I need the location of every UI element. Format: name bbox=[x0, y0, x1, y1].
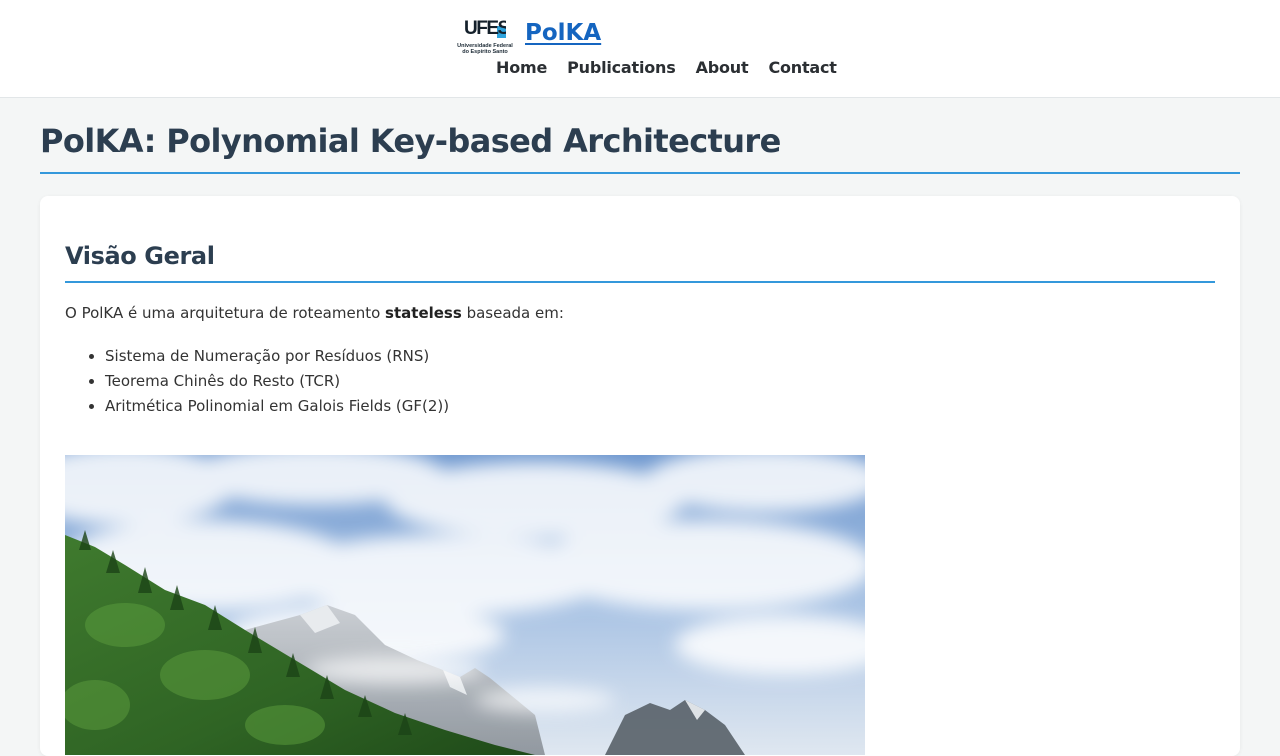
svg-text:UFES: UFES bbox=[464, 18, 506, 38]
nav-publications-link[interactable]: Publications bbox=[557, 58, 685, 77]
ufes-logo-mark: UFES bbox=[464, 16, 506, 38]
landscape-image bbox=[65, 455, 865, 755]
list-item: Aritmética Polinomial em Galois Fields (… bbox=[105, 394, 449, 419]
content-card: Visão Geral O PolKA é uma arquitetura de… bbox=[40, 196, 1240, 756]
main-nav: Home Publications About Contact bbox=[486, 58, 847, 77]
brand: UFES Universidade Federal do Espírito Sa… bbox=[456, 16, 601, 56]
site-header: UFES Universidade Federal do Espírito Sa… bbox=[0, 0, 1280, 98]
intro-bold-term: stateless bbox=[385, 304, 462, 322]
nav-home-link[interactable]: Home bbox=[486, 58, 557, 77]
intro-paragraph: O PolKA é uma arquitetura de roteamento … bbox=[65, 304, 564, 322]
feature-list: Sistema de Numeração por Resíduos (RNS) … bbox=[105, 344, 449, 419]
nav-contact-link[interactable]: Contact bbox=[758, 58, 846, 77]
ufes-logo-icon: UFES Universidade Federal do Espírito Sa… bbox=[456, 16, 514, 56]
nav-about-link[interactable]: About bbox=[686, 58, 759, 77]
page-title-block: PolKA: Polynomial Key-based Architecture bbox=[40, 122, 1240, 174]
list-item: Sistema de Numeração por Resíduos (RNS) bbox=[105, 344, 449, 369]
list-item: Teorema Chinês do Resto (TCR) bbox=[105, 369, 449, 394]
mountain-landscape-photo bbox=[65, 455, 865, 755]
section-title: Visão Geral bbox=[65, 242, 215, 270]
page-title: PolKA: Polynomial Key-based Architecture bbox=[40, 122, 781, 160]
brand-home-link[interactable]: PolKA bbox=[525, 20, 601, 46]
logo-caption: Universidade Federal do Espírito Santo bbox=[457, 43, 513, 55]
intro-text-before: O PolKA é uma arquitetura de roteamento bbox=[65, 304, 386, 322]
intro-text-after: baseada em: bbox=[461, 304, 564, 322]
section-title-block: Visão Geral bbox=[65, 242, 1215, 283]
